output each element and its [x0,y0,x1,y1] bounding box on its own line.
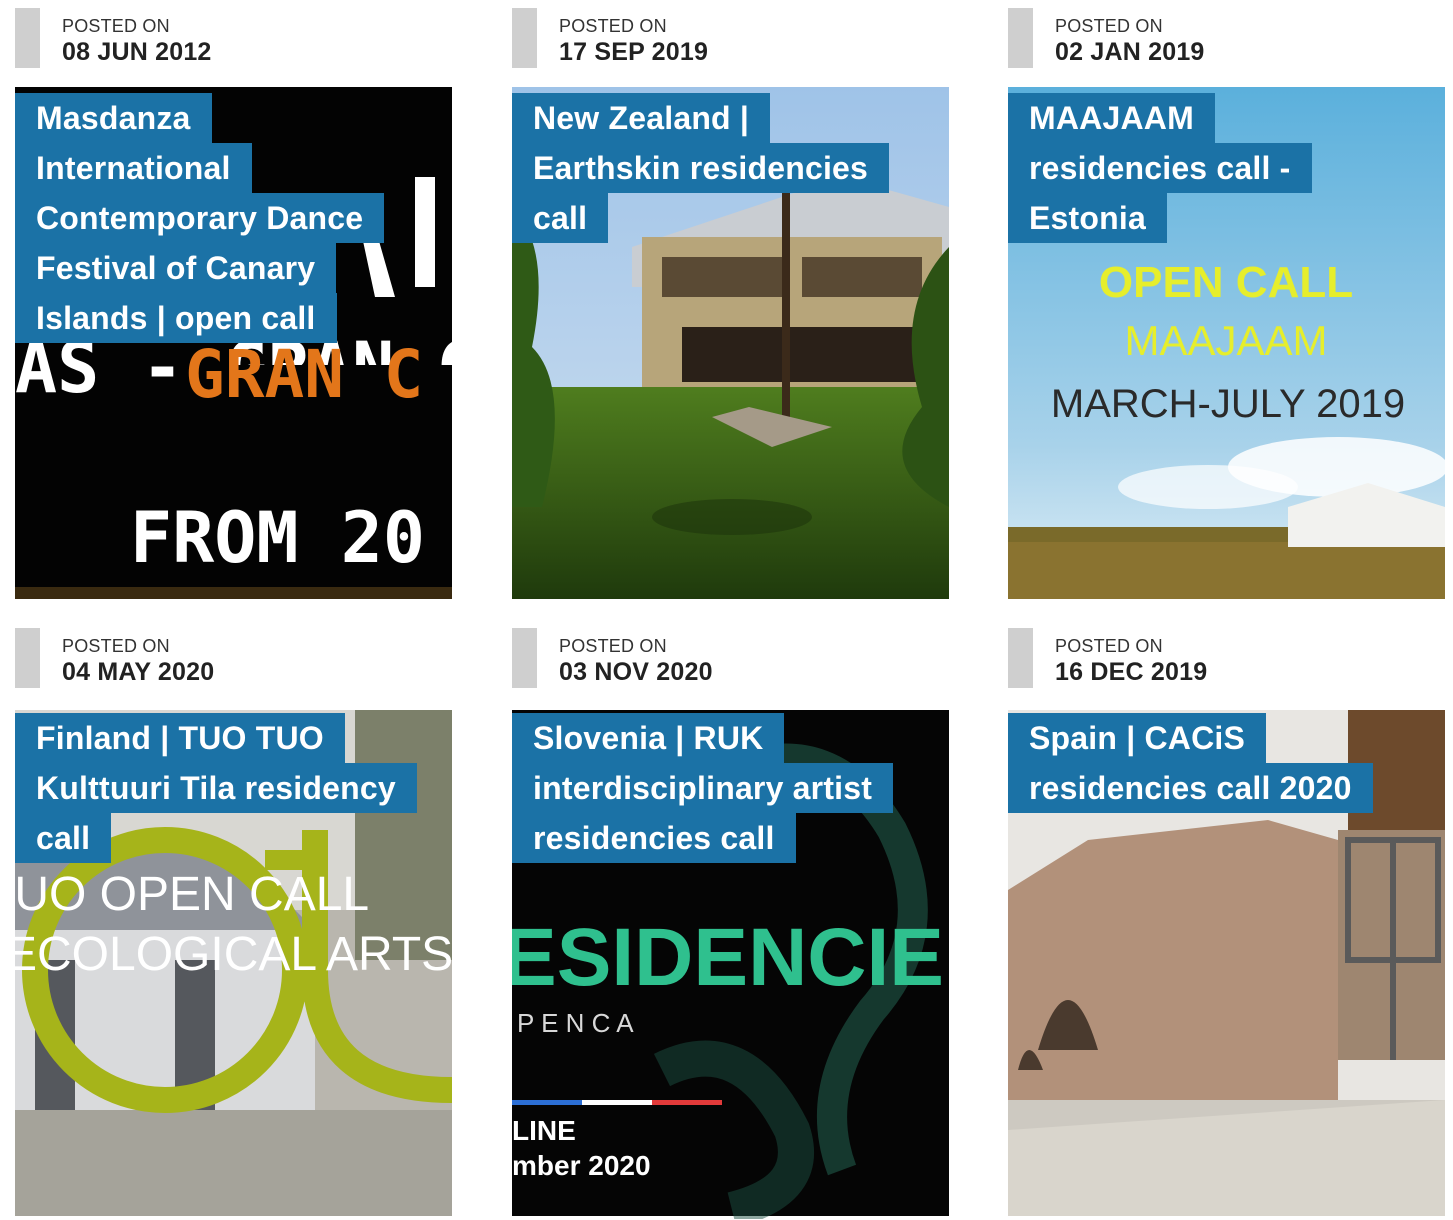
post-title[interactable]: Slovenia | RUK interdisciplinary artist … [512,713,949,863]
title-line[interactable]: Finland | TUO TUO [15,713,345,763]
date-accent-bar [1008,8,1033,68]
date-accent-bar [1008,628,1033,688]
posted-on-label: POSTED ON [1055,16,1163,36]
post-date: 17 SEP 2019 [559,38,709,66]
post-date-header: POSTED ON 03 NOV 2020 [512,628,949,688]
title-line[interactable]: New Zealand | [512,93,771,143]
svg-text:GRAN C: GRAN C [185,336,423,413]
image-text: MARCH-JULY 2019 [1051,382,1405,426]
post-date: 04 MAY 2020 [62,658,215,686]
post-card-6: POSTED ON 16 DEC 2019 Spain | CACiS resi… [1008,628,1445,1220]
posted-on-label: POSTED ON [1055,636,1163,656]
post-thumbnail[interactable]: OPEN CALL MAAJAAM MARCH-JULY 2019 MAAJAA… [1008,87,1445,599]
posted-on-label: POSTED ON [62,16,170,36]
image-text: ESIDENCIE [512,912,944,1003]
post-card-4: POSTED ON 04 MAY 2020 TUO OPEN CALL ECOL… [15,628,452,1220]
title-line[interactable]: Slovenia | RUK [512,713,785,763]
post-date: 16 DEC 2019 [1055,658,1208,686]
title-line[interactable]: residencies call 2020 [1008,763,1373,813]
post-card-3: POSTED ON 02 JAN 2019 OPEN CALL MAAJAAM … [1008,8,1445,600]
post-date-header: POSTED ON 16 DEC 2019 [1008,628,1445,688]
post-thumbnail[interactable]: New Zealand | Earthskin residencies call [512,87,949,599]
post-thumbnail[interactable]: Spain | CACiS residencies call 2020 [1008,707,1445,1219]
post-title[interactable]: Masdanza International Contemporary Danc… [15,93,452,343]
posted-on-label: POSTED ON [62,636,170,656]
image-text: mber 2020 [512,1150,651,1181]
image-text: MAAJAAM [1124,317,1327,364]
title-line[interactable]: Masdanza [15,93,212,143]
image-text: OPEN CALL [1099,258,1353,307]
post-card-5: POSTED ON 03 NOV 2020 ESIDENCIE P E N C … [512,628,949,1220]
title-line[interactable]: Kulttuuri Tila residency [15,763,417,813]
title-line[interactable]: Spain | CACiS [1008,713,1267,763]
posted-on-label: POSTED ON [559,636,667,656]
post-date: 02 JAN 2019 [1055,38,1205,66]
post-date-header: POSTED ON 04 MAY 2020 [15,628,452,688]
post-card-1: POSTED ON 08 JUN 2012 AS - GRAN C GRAN C… [15,8,452,600]
title-line[interactable]: Festival of Canary [15,243,337,293]
image-text: LINE [512,1115,576,1146]
title-line[interactable]: International [15,143,252,193]
title-line[interactable]: call [512,193,609,243]
post-date: 08 JUN 2012 [62,38,212,66]
date-accent-bar [512,628,537,688]
date-accent-bar [512,8,537,68]
image-text: TUO OPEN CALL [15,868,369,921]
post-title[interactable]: Finland | TUO TUO Kulttuuri Tila residen… [15,713,452,863]
title-line[interactable]: interdisciplinary artist [512,763,894,813]
date-accent-bar [15,8,40,68]
post-date-header: POSTED ON 17 SEP 2019 [512,8,949,68]
title-line[interactable]: residencies call - [1008,143,1312,193]
image-text: P E N C A [517,1008,634,1038]
title-line[interactable]: Estonia [1008,193,1167,243]
post-title[interactable]: Spain | CACiS residencies call 2020 [1008,713,1445,813]
title-line[interactable]: residencies call [512,813,796,863]
post-card-2: POSTED ON 17 SEP 2019 New Zealand | Eart… [512,8,949,600]
date-accent-bar [15,628,40,688]
post-thumbnail[interactable]: AS - GRAN C GRAN C FROM 20 Masdanza Inte… [15,87,452,599]
post-title[interactable]: New Zealand | Earthskin residencies call [512,93,949,243]
title-line[interactable]: Islands | open call [15,293,337,343]
posted-on-label: POSTED ON [559,16,667,36]
post-date: 03 NOV 2020 [559,658,713,686]
post-date-header: POSTED ON 08 JUN 2012 [15,8,452,68]
title-line[interactable]: Contemporary Dance [15,193,385,243]
title-line[interactable]: Earthskin residencies [512,143,890,193]
post-date-header: POSTED ON 02 JAN 2019 [1008,8,1445,68]
title-line[interactable]: call [15,813,112,863]
post-thumbnail[interactable]: TUO OPEN CALL ECOLOGICAL ARTS Finland | … [15,707,452,1219]
image-text: ECOLOGICAL ARTS [15,928,452,981]
image-text: FROM 20 [130,497,425,579]
title-line[interactable]: MAAJAAM [1008,93,1215,143]
post-thumbnail[interactable]: ESIDENCIE P E N C A LINE mber 2020 Slove… [512,707,949,1219]
post-title[interactable]: MAAJAAM residencies call - Estonia [1008,93,1445,243]
